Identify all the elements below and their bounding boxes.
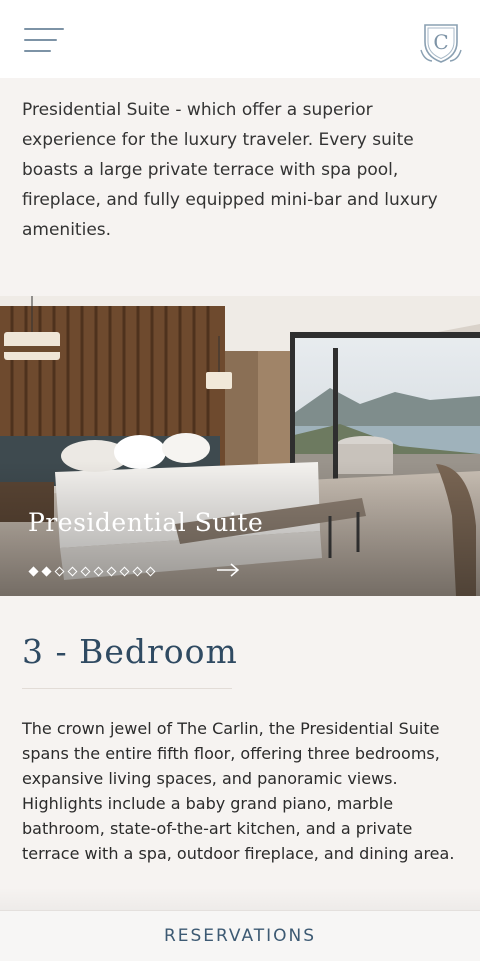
intro-paragraph: Presidential Suite - which offer a super… bbox=[22, 100, 438, 240]
reservations-button[interactable]: RESERVATIONS bbox=[0, 910, 480, 961]
arrow-right-icon[interactable] bbox=[216, 562, 240, 578]
carousel-dot[interactable] bbox=[93, 566, 104, 576]
carousel-slide-title: Presidential Suite bbox=[28, 508, 264, 537]
logo-letter: C bbox=[433, 30, 448, 54]
carousel-dot[interactable] bbox=[106, 566, 117, 576]
section-title: 3 - Bedroom bbox=[22, 632, 238, 671]
suite-photo bbox=[0, 296, 480, 596]
section-divider bbox=[22, 688, 232, 689]
carousel-pagination bbox=[28, 564, 156, 578]
crest-logo-icon[interactable]: C bbox=[418, 20, 464, 66]
carousel-dot[interactable] bbox=[80, 566, 91, 576]
carousel-dot[interactable] bbox=[132, 566, 143, 576]
carousel-dot[interactable] bbox=[41, 566, 52, 576]
app-header: C bbox=[0, 0, 480, 78]
carousel-dot[interactable] bbox=[28, 566, 39, 576]
scroll-fade bbox=[0, 888, 480, 910]
suite-carousel[interactable] bbox=[0, 296, 480, 596]
carousel-dot[interactable] bbox=[67, 566, 78, 576]
hamburger-menu-icon[interactable] bbox=[24, 26, 64, 54]
carousel-dot[interactable] bbox=[54, 566, 65, 576]
carousel-dot[interactable] bbox=[145, 566, 156, 576]
section-description: The crown jewel of The Carlin, the Presi… bbox=[22, 719, 455, 863]
carousel-dot[interactable] bbox=[119, 566, 130, 576]
